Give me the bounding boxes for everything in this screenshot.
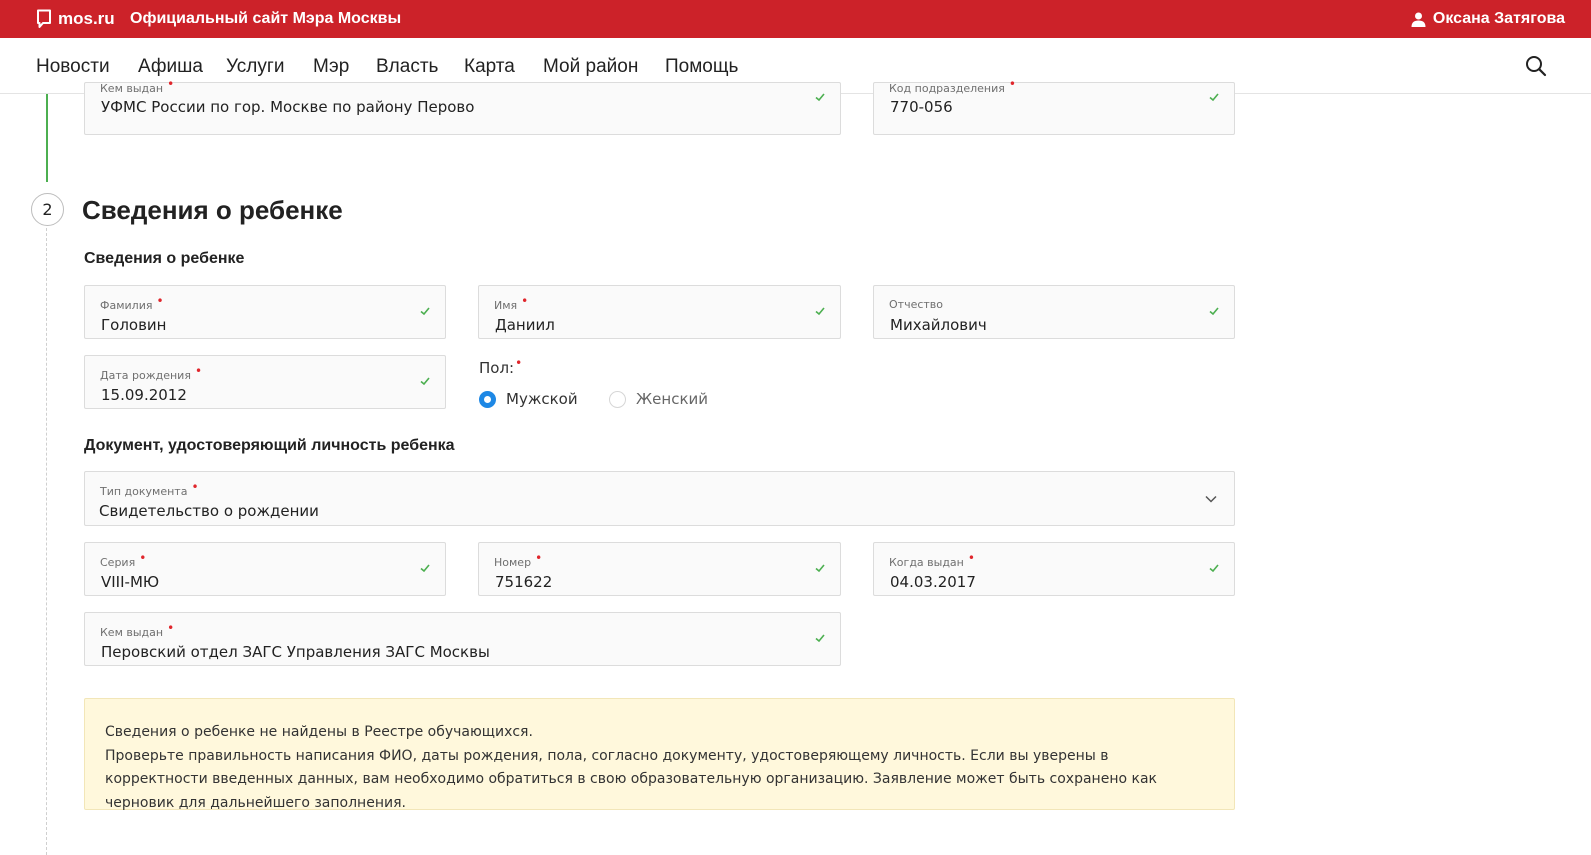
parent-passport-division-code-field[interactable]: Код подразделения • 770-056	[873, 77, 1235, 135]
nav-item-mayor[interactable]: Мэр	[313, 56, 349, 78]
check-icon	[1209, 307, 1219, 316]
document-number-field[interactable]: Номер • 751622	[478, 542, 841, 596]
field-label: Отчество	[889, 298, 944, 311]
step-title: Сведения о ребенке	[82, 195, 343, 225]
document-issue-date-field[interactable]: Когда выдан • 04.03.2017	[873, 542, 1235, 596]
field-label: Номер •	[494, 551, 543, 569]
nav-item-afisha[interactable]: Афиша	[138, 56, 203, 78]
field-value: 15.09.2012	[101, 386, 187, 404]
site-title[interactable]: Официальный сайт Мэра Москвы	[130, 10, 401, 28]
step-1-progress-line	[46, 94, 48, 182]
logo-text: mos.ru	[58, 9, 115, 28]
user-name: Оксана Затягова	[1432, 10, 1565, 27]
check-icon	[1209, 93, 1219, 102]
document-series-field[interactable]: Серия • VIII-МЮ	[84, 542, 446, 596]
radio-selected-icon	[479, 390, 496, 408]
child-patronymic-field[interactable]: Отчество Михайлович	[873, 285, 1235, 339]
field-value: 04.03.2017	[890, 573, 976, 591]
gender-label: Пол:•	[479, 356, 523, 377]
chevron-down-icon[interactable]	[1204, 494, 1218, 504]
nav-item-help[interactable]: Помощь	[665, 56, 738, 78]
radio-label: Женский	[636, 390, 708, 408]
mos-logo-icon	[37, 9, 51, 28]
parent-passport-issued-by-field[interactable]: Кем выдан • УФМС России по гор. Москве по…	[84, 77, 841, 135]
field-label: Имя •	[494, 294, 529, 312]
child-birth-date-field[interactable]: Дата рождения • 15.09.2012	[84, 355, 446, 409]
check-icon	[815, 307, 825, 316]
gender-radio-male[interactable]: Мужской	[479, 390, 578, 408]
document-type-select[interactable]: Тип документа • Свидетельство о рождении	[84, 471, 1235, 526]
radio-empty-icon	[609, 390, 626, 408]
field-label: Кем выдан •	[100, 621, 175, 639]
radio-label: Мужской	[506, 390, 578, 408]
nav-item-map[interactable]: Карта	[464, 56, 515, 78]
gender-radio-female[interactable]: Женский	[609, 390, 708, 408]
field-value: Головин	[101, 316, 167, 334]
document-section-title: Документ, удостоверяющий личность ребенк…	[84, 437, 455, 454]
search-icon[interactable]	[1525, 55, 1547, 77]
field-value: VIII-МЮ	[101, 573, 160, 591]
field-value: Даниил	[495, 316, 555, 334]
field-value: Перовский отдел ЗАГС Управления ЗАГС Мос…	[101, 643, 490, 661]
step-2-progress-line	[46, 228, 47, 855]
top-bar: mos.ru Официальный сайт Мэра Москвы Окса…	[0, 0, 1591, 38]
registry-warning-notice: Сведения о ребенке не найдены в Реестре …	[84, 698, 1235, 811]
field-value: Свидетельство о рождении	[99, 502, 319, 520]
field-value: УФМС России по гор. Москве по району Пер…	[101, 98, 475, 116]
child-first-name-field[interactable]: Имя • Даниил	[478, 285, 841, 339]
field-label: Дата рождения •	[100, 364, 203, 382]
field-label: Серия •	[100, 551, 147, 569]
child-section-title: Сведения о ребенке	[84, 250, 245, 267]
field-value: Михайлович	[890, 316, 987, 334]
user-menu[interactable]: Оксана Затягова	[1411, 10, 1565, 28]
field-label: Тип документа •	[100, 480, 199, 498]
check-icon	[1209, 564, 1219, 573]
notice-title: Сведения о ребенке не найдены в Реестре …	[105, 724, 533, 740]
check-icon	[815, 93, 825, 102]
field-label: Код подразделения •	[889, 77, 1016, 95]
field-value: 770-056	[890, 98, 953, 116]
check-icon	[815, 564, 825, 573]
check-icon	[420, 307, 430, 316]
step-number-badge: 2	[31, 193, 64, 226]
logo[interactable]: mos.ru	[36, 9, 115, 29]
user-icon	[1411, 12, 1426, 27]
field-value: 751622	[495, 573, 553, 591]
document-issued-by-field[interactable]: Кем выдан • Перовский отдел ЗАГС Управлен…	[84, 612, 841, 666]
child-last-name-field[interactable]: Фамилия • Головин	[84, 285, 446, 339]
field-label: Когда выдан •	[889, 551, 975, 569]
field-label: Кем выдан •	[100, 77, 175, 95]
notice-text: Проверьте правильность написания ФИО, да…	[105, 747, 1157, 811]
check-icon	[420, 377, 430, 386]
nav-item-government[interactable]: Власть	[376, 56, 438, 78]
check-icon	[420, 564, 430, 573]
check-icon	[815, 634, 825, 643]
nav-item-my-district[interactable]: Мой район	[543, 56, 638, 78]
nav-item-news[interactable]: Новости	[36, 56, 110, 78]
field-label: Фамилия •	[100, 294, 164, 312]
nav-item-services[interactable]: Услуги	[226, 56, 284, 78]
